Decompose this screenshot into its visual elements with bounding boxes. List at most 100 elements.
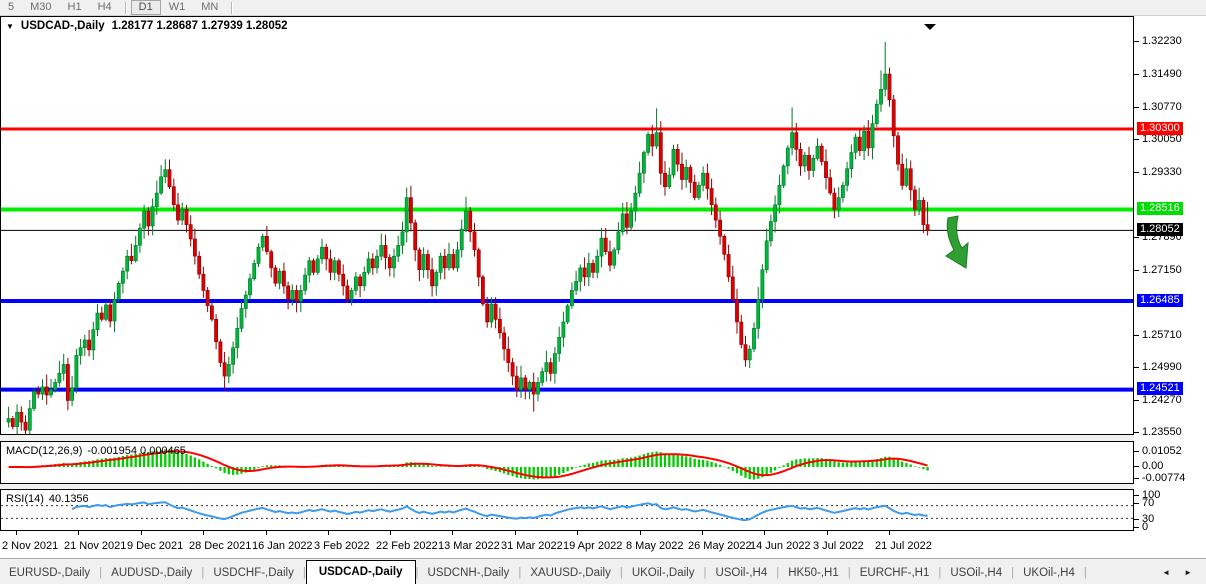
tab-scroll-right-icon[interactable]: ► <box>1184 568 1192 577</box>
candle <box>824 162 827 178</box>
rsi-chart-canvas[interactable] <box>1 490 1133 530</box>
candle <box>219 342 222 363</box>
candle <box>926 225 929 231</box>
candle <box>905 169 908 186</box>
rsi-value: 40.1356 <box>49 493 89 505</box>
chart-tab-usdcad-daily[interactable]: USDCAD-,Daily <box>306 560 416 584</box>
candle <box>371 259 374 268</box>
chart-tab-audusd-daily[interactable]: AUDUSD-,Daily <box>102 562 201 584</box>
candle <box>104 305 107 319</box>
candle <box>452 254 455 268</box>
candle <box>274 268 277 283</box>
candle <box>176 205 179 220</box>
candle <box>528 382 531 389</box>
price-level-label: 1.26485 <box>1137 294 1183 307</box>
candlestick-chart-canvas[interactable] <box>1 17 1133 434</box>
chart-tab-hk50-h1[interactable]: HK50-,H1 <box>779 562 848 584</box>
candle <box>172 187 175 205</box>
macd-indicator-panel[interactable]: MACD(12,26,9) -0.001954 0.000465 <box>0 441 1134 484</box>
candle <box>769 222 772 241</box>
axis-tick-mark <box>1134 367 1139 368</box>
candle <box>227 364 230 376</box>
timeframe-button-d1[interactable]: D1 <box>131 0 161 15</box>
candle <box>761 270 764 300</box>
candle <box>706 173 709 188</box>
tab-scroll-left-icon[interactable]: ◄ <box>1162 568 1170 577</box>
date-label: 14 Jun 2022 <box>750 540 811 552</box>
rsi-indicator-panel[interactable]: RSI(14) 40.1356 <box>0 489 1134 531</box>
candle <box>481 277 484 304</box>
candle <box>37 391 40 394</box>
macd-axis-label: -0.00774 <box>1142 472 1185 484</box>
timeframe-button-m30[interactable]: M30 <box>22 0 59 15</box>
date-label: 3 Jul 2022 <box>813 540 864 552</box>
candle <box>435 272 438 286</box>
candle <box>117 283 120 299</box>
candle <box>774 205 777 222</box>
chart-tab-usoil-h4[interactable]: USOil-,H4 <box>706 562 776 584</box>
symbol-dropdown-icon[interactable]: ▼ <box>6 22 14 31</box>
macd-label: MACD(12,26,9) -0.001954 0.000465 <box>6 445 186 457</box>
date-tick-mark <box>141 531 142 535</box>
toolbar-separator <box>125 2 126 14</box>
timeframe-button-h1[interactable]: H1 <box>60 0 90 15</box>
chart-tab-ukoil-daily[interactable]: UKOil-,Daily <box>623 562 704 584</box>
candle <box>121 271 124 283</box>
axis-tick-mark <box>1134 432 1139 433</box>
candle <box>846 169 849 186</box>
axis-tick-mark <box>1134 237 1139 238</box>
candle <box>799 149 802 166</box>
chart-tab-eurchf-h1[interactable]: EURCHF-,H1 <box>851 562 939 584</box>
price-axis[interactable]: 1.322301.314901.307701.300501.293301.278… <box>1134 16 1206 557</box>
candle <box>418 250 421 270</box>
trend-down-arrow-annotation[interactable] <box>946 216 968 268</box>
candle <box>414 223 417 250</box>
candle <box>642 153 645 174</box>
candle <box>702 173 705 185</box>
date-tick-mark <box>515 531 516 535</box>
candle <box>367 259 370 273</box>
main-chart-panel[interactable]: ▼ USDCAD-,Daily 1.28177 1.28687 1.27939 … <box>0 16 1134 435</box>
candle <box>439 256 442 272</box>
candle <box>109 305 112 321</box>
candle <box>342 274 345 286</box>
date-tick-mark <box>203 531 204 535</box>
timeframe-button-w1[interactable]: W1 <box>161 0 194 15</box>
chart-tab-usoil-h4[interactable]: USOil-,H4 <box>941 562 1011 584</box>
chart-tab-ukoil-h4[interactable]: UKOil-,H4 <box>1014 562 1084 584</box>
candle <box>541 372 544 383</box>
candle <box>562 322 565 337</box>
candle <box>918 200 921 209</box>
date-axis[interactable]: 2 Nov 202121 Nov 20219 Dec 202128 Dec 20… <box>0 531 1206 558</box>
candle <box>727 254 730 277</box>
candle <box>812 158 815 170</box>
chart-shift-marker-icon[interactable] <box>924 24 936 30</box>
macd-values: -0.001954 0.000465 <box>87 445 185 457</box>
candle <box>58 373 61 382</box>
date-tick-mark <box>889 531 890 535</box>
candle <box>545 363 548 372</box>
candle <box>138 228 141 245</box>
candle <box>867 131 870 148</box>
timeframe-button-h4[interactable]: H4 <box>90 0 120 15</box>
chart-tab-usdchf-daily[interactable]: USDCHF-,Daily <box>204 562 303 584</box>
candle <box>566 306 569 322</box>
macd-axis-label: 0.00 <box>1142 460 1163 472</box>
timeframe-button-5[interactable]: 5 <box>0 0 22 15</box>
chart-title: ▼ USDCAD-,Daily 1.28177 1.28687 1.27939 … <box>6 20 288 32</box>
candle <box>888 74 891 100</box>
rsi-line <box>72 502 928 520</box>
candle <box>477 250 480 277</box>
chart-tab-usdcnh-daily[interactable]: USDCNH-,Daily <box>419 562 519 584</box>
candle <box>570 290 573 305</box>
candle <box>456 250 459 268</box>
chart-tab-eurusd-daily[interactable]: EURUSD-,Daily <box>0 562 99 584</box>
candle <box>638 173 641 193</box>
candle <box>388 258 391 268</box>
candle <box>62 364 65 373</box>
candle <box>308 261 311 275</box>
candle <box>689 167 692 182</box>
chart-tab-xauusd-daily[interactable]: XAUUSD-,Daily <box>521 562 620 584</box>
timeframe-button-mn[interactable]: MN <box>193 0 226 15</box>
candle <box>130 256 133 261</box>
